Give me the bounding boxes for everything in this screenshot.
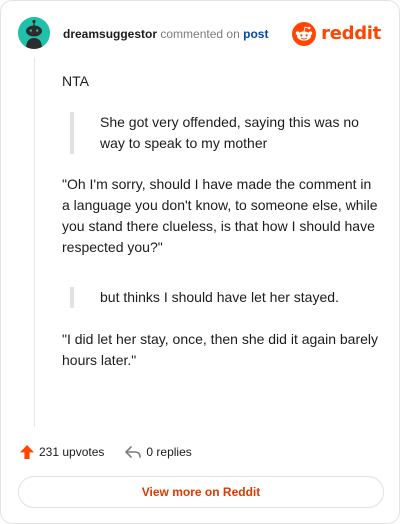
reddit-wordmark: reddit <box>321 23 381 44</box>
username-link[interactable]: dreamsuggestor <box>63 27 157 41</box>
action-text: commented on <box>160 27 240 41</box>
comment-text: "I did let her stay, once, then she did … <box>62 331 379 368</box>
blockquote: but thinks I should have let her stayed. <box>70 287 380 308</box>
quote-text: but thinks I should have let her stayed. <box>100 289 339 305</box>
snoo-avatar-icon[interactable] <box>18 17 50 49</box>
reddit-logo[interactable]: reddit <box>292 22 381 46</box>
reply-button[interactable]: 0 replies <box>124 444 192 460</box>
quote-text: She got very offended, saying this was n… <box>100 114 359 151</box>
comment-text: NTA <box>62 73 89 89</box>
upvote-button[interactable]: 231 upvotes <box>19 444 104 460</box>
comment-header: dreamsuggestor commented on post reddit <box>1 1 399 65</box>
reddit-snoo-icon <box>292 22 317 46</box>
blockquote: She got very offended, saying this was n… <box>70 112 380 154</box>
reddit-comment-embed: dreamsuggestor commented on post reddit <box>0 0 400 524</box>
thread-line <box>34 57 35 427</box>
comment-body: NTA She got very offended, saying this w… <box>62 71 380 371</box>
post-link[interactable]: post <box>243 27 268 41</box>
comment-footer: 231 upvotes 0 replies <box>19 442 192 462</box>
comment-text: "Oh I'm sorry, should I have made the co… <box>62 176 378 255</box>
reply-count: 0 replies <box>146 445 192 459</box>
comment-byline: dreamsuggestor commented on post <box>63 26 268 42</box>
view-more-button[interactable]: View more on Reddit <box>18 476 384 508</box>
upvote-arrow-icon <box>19 444 35 460</box>
upvote-count: 231 upvotes <box>39 445 105 459</box>
reply-arrow-icon <box>124 444 142 460</box>
